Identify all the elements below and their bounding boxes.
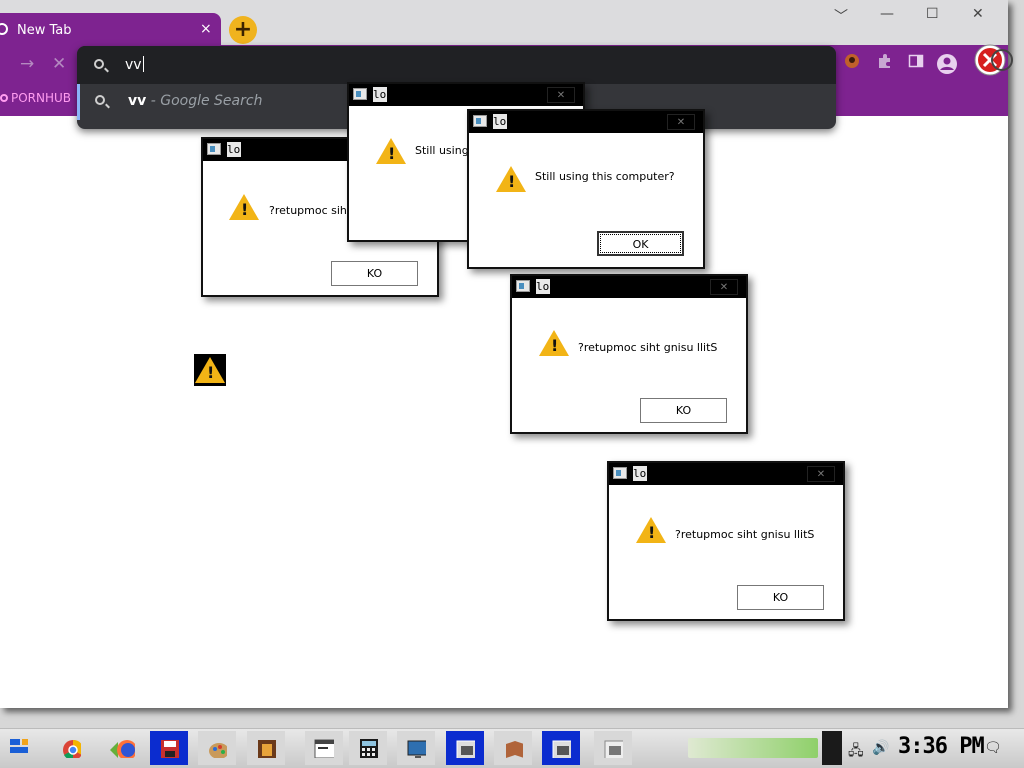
app-icon xyxy=(353,88,367,100)
monitor-icon[interactable] xyxy=(397,731,435,765)
volume-icon[interactable]: 🔊 xyxy=(872,740,889,756)
notification-icon[interactable]: 🗨 xyxy=(984,740,1002,756)
dialog-reversed-2: lol ✕ ?retupmoc siht gnisu llitS KO xyxy=(510,274,748,434)
dialog-message: Still using this computer? xyxy=(535,170,675,183)
network-icon[interactable]: 🖧 xyxy=(848,740,864,764)
app-icon xyxy=(516,280,530,292)
dialog-titlebar[interactable]: lol ✕ xyxy=(469,111,703,133)
book-icon[interactable] xyxy=(494,731,532,765)
dialog-titlebar[interactable]: lol ✕ xyxy=(512,276,746,298)
warning-icon xyxy=(636,517,666,543)
dialog-titlebar[interactable]: lol ✕ xyxy=(609,463,843,485)
taskbar-clock[interactable]: 3:36 PM xyxy=(898,734,985,759)
profile-avatar-icon[interactable] xyxy=(844,53,860,73)
warning-icon[interactable] xyxy=(194,354,226,386)
dialog-titlebar[interactable]: lol ✕ xyxy=(349,84,583,106)
tab-strip: New Tab × + ﹀ — ☐ ✕ xyxy=(0,0,1008,47)
warning-icon xyxy=(376,138,406,164)
extensions-icon[interactable] xyxy=(876,53,892,73)
dialog-ko-button[interactable]: KO xyxy=(331,261,418,286)
dialog-title: lol xyxy=(633,466,653,481)
tab-new-tab[interactable]: New Tab × xyxy=(0,13,221,47)
search-icon xyxy=(94,59,104,69)
save-icon[interactable] xyxy=(150,731,188,765)
app-window-icon[interactable] xyxy=(594,731,632,765)
address-bar[interactable]: vv xyxy=(77,46,836,84)
dialog-close-button[interactable]: ✕ xyxy=(547,87,575,103)
tab-title: New Tab xyxy=(17,23,72,38)
paint-icon[interactable] xyxy=(198,731,236,765)
app-window-icon[interactable] xyxy=(446,731,484,765)
dialog-message: ?retupmoc siht gnisu llitS xyxy=(578,341,718,354)
tab-search-icon[interactable]: ﹀ xyxy=(834,6,848,26)
bookmark-item[interactable]: PORNHUB xyxy=(0,91,71,105)
dialog-normal-2: lol ✕ Still using this computer? OK xyxy=(467,109,705,269)
dialog-reversed-3: lol ✕ ?retupmoc siht gnisu llitS KO xyxy=(607,461,845,621)
dialog-close-button[interactable]: ✕ xyxy=(807,466,835,482)
close-badge-icon[interactable] xyxy=(972,42,1016,78)
app-icon xyxy=(473,115,487,127)
app-icon xyxy=(613,467,627,479)
dialog-close-button[interactable]: ✕ xyxy=(710,279,738,295)
app-window-icon[interactable] xyxy=(542,731,580,765)
globe-icon xyxy=(0,23,8,35)
taskbar-divider xyxy=(822,731,842,765)
forward-icon[interactable]: → xyxy=(20,54,34,74)
side-panel-icon[interactable] xyxy=(908,53,924,73)
new-tab-button[interactable]: + xyxy=(229,16,257,44)
maximize-button[interactable]: ☐ xyxy=(926,6,939,22)
suggestion-text: vv - Google Search xyxy=(128,93,263,109)
warning-icon xyxy=(496,166,526,192)
search-icon xyxy=(95,95,105,105)
account-icon[interactable] xyxy=(936,53,958,79)
close-window-button[interactable]: ✕ xyxy=(972,6,984,22)
dialog-title: lol xyxy=(227,142,247,157)
dialog-title: lol xyxy=(493,114,513,129)
address-input[interactable]: vv xyxy=(125,56,144,73)
app-icon xyxy=(207,143,221,155)
dialog-ko-button[interactable]: KO xyxy=(640,398,727,423)
minimize-button[interactable]: — xyxy=(880,6,894,22)
warning-icon xyxy=(229,194,259,220)
progress-strip xyxy=(688,738,818,758)
warning-icon xyxy=(539,330,569,356)
bookmark-label: PORNHUB xyxy=(11,91,72,105)
dialog-title: lol xyxy=(536,279,556,294)
tab-close-button[interactable]: × xyxy=(200,21,212,37)
start-button[interactable] xyxy=(4,731,42,765)
dialog-message: ?retupmoc siht gnisu llitS xyxy=(675,528,815,541)
dialog-close-button[interactable]: ✕ xyxy=(667,114,695,130)
firefox-icon[interactable] xyxy=(106,731,144,765)
dialog-ko-button[interactable]: KO xyxy=(737,585,824,610)
warning-triangle-icon xyxy=(195,357,225,383)
dialog-ok-button[interactable]: OK xyxy=(597,231,684,256)
stop-icon[interactable]: ✕ xyxy=(52,54,66,74)
chrome-icon[interactable] xyxy=(52,731,90,765)
bookmark-favicon-icon xyxy=(0,94,8,102)
calculator-icon[interactable] xyxy=(349,731,387,765)
dialog-title: lol xyxy=(373,87,393,102)
archive-icon[interactable] xyxy=(247,731,285,765)
terminal-icon[interactable] xyxy=(305,731,343,765)
